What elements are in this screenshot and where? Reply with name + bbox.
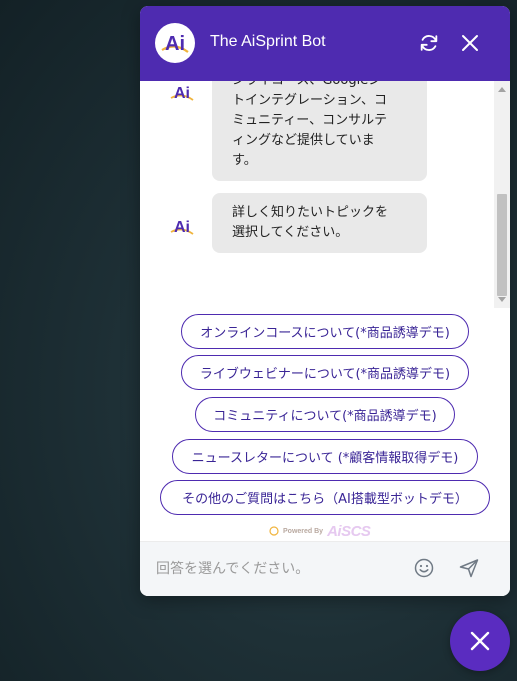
scroll-thumb[interactable] bbox=[497, 194, 507, 296]
chat-header: Ai The AiSprint Bot bbox=[140, 6, 510, 81]
bot-avatar-icon: Ai bbox=[170, 85, 194, 102]
powered-by: Powered By AiSCS bbox=[269, 522, 371, 540]
bot-avatar-text: Ai bbox=[165, 33, 185, 55]
bot-avatar-icon: Ai bbox=[170, 219, 194, 236]
brand-logo: AiSCS bbox=[327, 522, 371, 540]
refresh-button[interactable] bbox=[417, 31, 441, 55]
chat-toggle-button[interactable] bbox=[450, 611, 510, 671]
powered-by-label: Powered By bbox=[283, 527, 324, 535]
send-icon bbox=[459, 559, 479, 578]
emoji-button[interactable] bbox=[413, 557, 435, 583]
close-icon bbox=[462, 35, 478, 51]
chat-window: Ai The AiSprint Bot Ai ンライコース、Googleシ トイ… bbox=[140, 6, 510, 596]
quick-reply-live-webinar[interactable]: ライブウェビナーについて(*商品誘導デモ) bbox=[181, 355, 469, 390]
close-icon bbox=[470, 631, 490, 651]
scroll-up-arrow-icon[interactable] bbox=[498, 87, 506, 92]
send-button[interactable] bbox=[458, 557, 480, 583]
quick-reply-other[interactable]: その他のご質問はこちら（AI搭載型ボットデモ） bbox=[160, 480, 490, 515]
brand-mark-icon bbox=[269, 526, 279, 536]
quick-reply-community[interactable]: コミュニティについて(*商品誘導デモ) bbox=[195, 397, 455, 432]
quick-reply-newsletter[interactable]: ニュースレターについて (*顧客情報取得デモ) bbox=[172, 439, 478, 474]
ai-logo-icon: Ai bbox=[161, 33, 189, 55]
message-scrollbar[interactable] bbox=[494, 81, 510, 308]
scroll-down-arrow-icon[interactable] bbox=[498, 297, 506, 302]
message-bubble: 詳しく知りたいトピックを 選択してください。 bbox=[212, 193, 427, 253]
reply-input[interactable] bbox=[156, 557, 396, 581]
close-button[interactable] bbox=[458, 31, 482, 55]
quick-reply-online-course[interactable]: オンラインコースについて(*商品誘導デモ) bbox=[181, 314, 469, 349]
refresh-icon bbox=[420, 35, 438, 51]
message-list[interactable]: Ai ンライコース、Googleシ トインテグレーション、コ ミュニティー、コン… bbox=[140, 81, 494, 308]
bot-avatar: Ai bbox=[155, 23, 195, 63]
bot-avatar-text: Ai bbox=[174, 85, 190, 102]
message-bubble: ンライコース、Googleシ トインテグレーション、コ ミュニティー、コンサルテ… bbox=[212, 81, 427, 181]
smile-icon bbox=[414, 558, 434, 578]
bot-avatar-text: Ai bbox=[174, 219, 190, 236]
bot-title: The AiSprint Bot bbox=[210, 33, 326, 50]
input-bar bbox=[140, 541, 510, 596]
